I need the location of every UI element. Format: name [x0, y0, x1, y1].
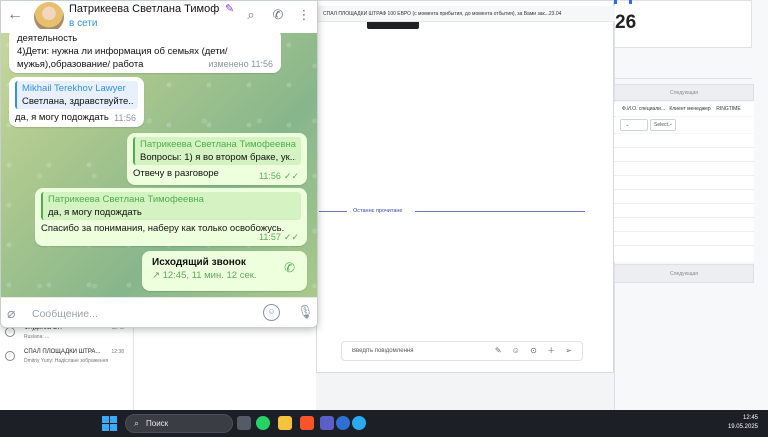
brave-browser-icon[interactable] — [300, 416, 314, 430]
outgoing-call-message[interactable]: Исходящий звонок ↗ 12:45, 11 мин. 12 сек… — [142, 251, 307, 291]
call-info: ↗ 12:45, 11 мин. 12 сек. — [152, 270, 257, 281]
search-icon: ⌕ — [134, 418, 140, 428]
compose-tool-icons[interactable]: ✎ ☺ ⊙ ＋ ➢ — [495, 345, 576, 356]
crm-chat-window: СПАЛ ПЛОЩАДКИ ШТРАФ 100 ЕВРО (с момента … — [316, 0, 615, 373]
message-time: изменено 11:56 — [208, 59, 273, 69]
phone-icon[interactable]: ✆ — [270, 7, 286, 23]
divider-line — [319, 211, 347, 212]
system-clock[interactable]: 12:45 19.05.2025 — [728, 414, 758, 432]
telegram-chat-window: ← Патрикеева Светлана Тимофеевна в сети … — [0, 0, 318, 328]
crm-table-body — [614, 134, 754, 262]
mute-icon: ◌ — [5, 351, 15, 361]
reply-text: Светлана, здравствуйте... — [22, 96, 133, 107]
crm-gauge-icon — [614, 0, 632, 4]
table-row[interactable] — [614, 148, 754, 162]
reply-text: да, я могу подождать — [48, 207, 142, 218]
chevron-down-icon: ⌄ — [668, 121, 673, 127]
message-time: 11:56 — [114, 113, 136, 123]
teams-icon[interactable] — [320, 416, 334, 430]
table-row[interactable] — [614, 162, 754, 176]
taskview-icon[interactable] — [237, 416, 251, 430]
clock-date: 19.05.2025 — [727, 424, 758, 430]
attach-paperclip-icon[interactable]: ⌀ — [7, 305, 15, 322]
message-line: 4)Дети: нужна ли информация об семьях (д… — [17, 46, 228, 57]
more-vertical-icon[interactable]: ⋮ — [296, 7, 312, 23]
table-row[interactable] — [614, 218, 754, 232]
crm-col-header: Клиент менеджер — [669, 106, 711, 112]
crm-filter-select[interactable]: ⌄ — [620, 119, 648, 131]
crm-col-header: Ф.И.О. специали... — [622, 106, 666, 112]
list-item[interactable]: ◌ СПАЛ ПЛОЩАДКИ ШТРА... Dmitriy Yuriy: Н… — [0, 346, 134, 368]
crm-chat-sidebar-gap — [134, 322, 316, 410]
chat-subtitle: Dmitriy Yuriy: Надіслане зображення — [24, 358, 109, 364]
reply-quote[interactable]: Патрикеева Светлана Тимофеевна Вопросы: … — [133, 137, 301, 165]
table-row[interactable] — [614, 190, 754, 204]
table-row[interactable] — [614, 176, 754, 190]
crm-table-header: Ф.И.О. специали... Клиент менеджер RINGT… — [614, 102, 754, 116]
search-label: Поиск — [146, 419, 169, 428]
crm-stat-number: 26 — [615, 12, 637, 33]
double-check-icon: ✓✓ — [283, 232, 299, 242]
reply-quote[interactable]: Mikhail Terekhov Lawyer Светлана, здравс… — [15, 81, 138, 109]
double-check-icon: ✓✓ — [283, 171, 299, 181]
app-icon[interactable] — [336, 416, 350, 430]
windows-start-icon[interactable] — [102, 416, 117, 431]
reply-author: Патрикеева Светлана Тимофеевна — [48, 194, 204, 205]
online-status: в сети — [69, 18, 98, 29]
contact-name[interactable]: Патрикеева Светлана Тимофеевна — [69, 3, 219, 15]
back-arrow-icon[interactable]: ← — [7, 6, 23, 24]
crm-compose-box[interactable]: ✎ ☺ ⊙ ＋ ➢ — [341, 341, 583, 361]
microphone-icon[interactable]: 🎙 — [297, 304, 314, 320]
chat-time: 12:38 — [111, 349, 124, 355]
table-row[interactable] — [614, 134, 754, 148]
last-read-label: Останнє прочитане — [351, 206, 405, 216]
clock-time: 12:45 — [742, 415, 758, 421]
file-explorer-icon[interactable] — [278, 416, 292, 430]
table-row[interactable] — [614, 204, 754, 218]
reply-author: Патрикеева Светлана Тимофеевна — [140, 139, 296, 150]
message-input[interactable] — [32, 305, 232, 323]
crm-col-header: RINGTIME — [716, 106, 741, 112]
message-status: 11:57 ✓✓ — [259, 231, 299, 244]
table-row[interactable] — [614, 232, 754, 246]
chat-title: СПАЛ ПЛОЩАДКИ ШТРА... — [24, 349, 101, 355]
divider-line — [415, 211, 585, 212]
crm-filter-row: ⌄ Select.. ⌄ — [614, 117, 754, 133]
crm-dark-strip — [367, 22, 419, 29]
outgoing-message[interactable]: Патрикеева Светлана Тимофеевна да, я мог… — [35, 188, 307, 246]
reply-text: Вопросы: 1) я во втором браке, ук... — [140, 152, 296, 163]
taskbar-search[interactable]: ⌕ Поиск — [125, 414, 233, 433]
call-back-phone-icon[interactable]: ✆ — [284, 261, 295, 274]
incoming-message[interactable]: деятельность 4)Дети: нужна ли информация… — [9, 29, 281, 73]
crm-message-input[interactable] — [352, 342, 512, 360]
telegram-icon[interactable] — [352, 416, 366, 430]
mute-icon: ◌ — [5, 327, 15, 337]
incoming-message[interactable]: Mikhail Terekhov Lawyer Светлана, здравс… — [9, 77, 144, 127]
last-read-divider: Останнє прочитане — [319, 206, 585, 216]
avatar[interactable] — [34, 2, 64, 32]
emoji-icon[interactable]: ☺ — [263, 304, 280, 321]
outgoing-message[interactable]: Патрикеева Светлана Тимофеевна Вопросы: … — [127, 133, 307, 185]
crm-next-bar-bottom[interactable]: Следующая — [614, 264, 754, 283]
message-composer: ⌀ ☺ 🎙 — [1, 297, 317, 327]
search-icon[interactable]: ⌕ — [243, 7, 259, 23]
message-area: деятельность 4)Дети: нужна ли информация… — [1, 29, 317, 297]
reply-author: Mikhail Terekhov Lawyer — [22, 83, 126, 94]
message-time: 11:57 — [259, 232, 281, 242]
chat-subtitle: Ruslana: ... — [24, 334, 50, 340]
message-line: деятельность — [17, 33, 78, 44]
crm-chat-title: СПАЛ ПЛОЩАДКИ ШТРАФ 100 ЕВРО (с момента … — [317, 6, 615, 22]
message-status: 11:56 ✓✓ — [259, 170, 299, 183]
call-title: Исходящий звонок — [152, 257, 246, 268]
sticker-icon[interactable]: ✎ — [225, 2, 234, 15]
crm-divider — [614, 78, 752, 79]
crm-chat-list: ◌ Флудилка ОП Ruslana: ... 12:42 ◌ СПАЛ … — [0, 322, 134, 410]
message-time: 11:56 — [259, 171, 281, 181]
windows-taskbar: ⌕ Поиск 12:45 19.05.2025 — [0, 410, 768, 437]
reply-quote[interactable]: Патрикеева Светлана Тимофеевна да, я мог… — [41, 192, 301, 220]
whatsapp-icon[interactable] — [256, 416, 270, 430]
crm-next-bar-top[interactable]: Следующая — [614, 84, 754, 101]
